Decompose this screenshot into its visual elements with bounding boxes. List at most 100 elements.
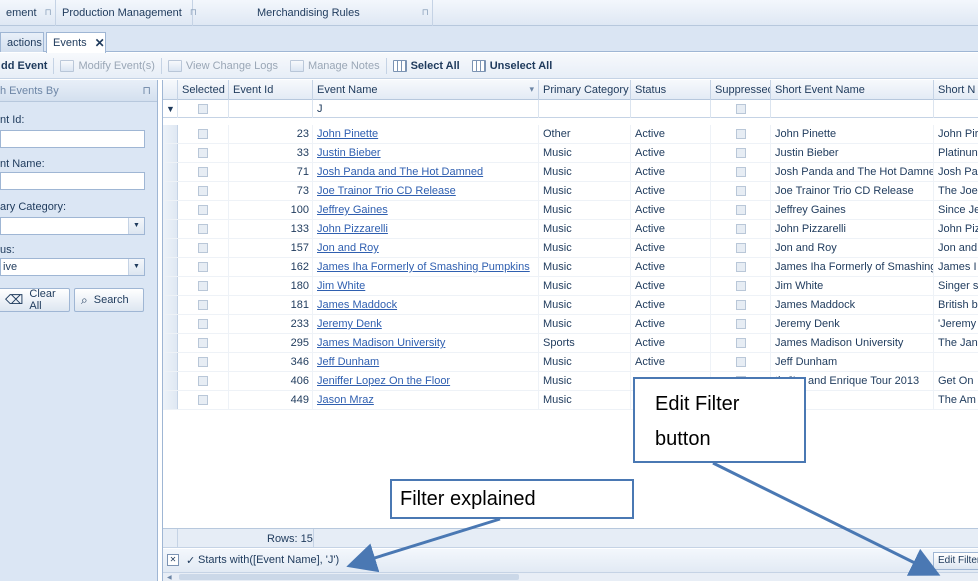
table-row[interactable]: 157 Jon and Roy Music Active Jon and Roy Jon … — [163, 239, 978, 258]
table-row[interactable]: 73 Joe Trainor Trio CD Release Music Active… — [163, 182, 978, 201]
add-event-button[interactable]: dd Event — [0, 55, 53, 77]
suppressed-checkbox[interactable] — [711, 334, 771, 353]
event-name-link[interactable]: Josh Panda and The Hot Damned — [313, 163, 539, 182]
pin-icon[interactable]: ⊓ — [45, 7, 52, 18]
filter-enabled-checkbox[interactable]: ✓ — [186, 554, 195, 567]
select-all-button[interactable]: Select All — [387, 55, 466, 77]
search-button[interactable]: ⌕ Search — [74, 288, 144, 312]
table-row[interactable]: 133 John Pizzarelli Music Active John Pizzar… — [163, 220, 978, 239]
event-name-input[interactable] — [0, 172, 145, 190]
filter-selected-checkbox[interactable] — [178, 100, 229, 118]
row-indicator[interactable] — [163, 391, 178, 409]
event-name-link[interactable]: John Pinette — [313, 125, 539, 144]
row-indicator[interactable] — [163, 163, 178, 181]
table-row[interactable]: 233 Jeremy Denk Music Active Jeremy Denk 'Jer… — [163, 315, 978, 334]
filter-event-id[interactable] — [229, 100, 313, 118]
filter-icon[interactable]: ▾ — [529, 80, 534, 99]
chevron-down-icon[interactable]: ▼ — [128, 259, 144, 275]
suppressed-checkbox[interactable] — [711, 125, 771, 144]
column-header-short-n[interactable]: Short N — [934, 80, 978, 100]
event-name-link[interactable]: Jason Mraz — [313, 391, 539, 410]
view-change-logs-button[interactable]: View Change Logs — [162, 55, 284, 77]
row-selected-checkbox[interactable] — [178, 315, 229, 334]
row-indicator[interactable] — [163, 353, 178, 371]
suppressed-checkbox[interactable] — [711, 258, 771, 277]
event-id-input[interactable] — [0, 130, 145, 148]
tab-events[interactable]: Events ✕ — [46, 32, 106, 53]
row-selected-checkbox[interactable] — [178, 334, 229, 353]
scrollbar-thumb[interactable] — [179, 574, 519, 580]
row-indicator[interactable] — [163, 201, 178, 219]
table-row[interactable]: 33 Justin Bieber Music Active Justin Bieber P… — [163, 144, 978, 163]
pin-icon[interactable]: ⊓ — [142, 84, 151, 97]
row-selected-checkbox[interactable] — [178, 277, 229, 296]
column-header-event-id[interactable]: Event Id — [229, 80, 313, 100]
event-name-link[interactable]: Jon and Roy — [313, 239, 539, 258]
row-selected-checkbox[interactable] — [178, 296, 229, 315]
menu-item-production-management[interactable]: Production Management ⊓ — [56, 0, 197, 26]
suppressed-checkbox[interactable] — [711, 163, 771, 182]
suppressed-checkbox[interactable] — [711, 315, 771, 334]
row-indicator[interactable] — [163, 372, 178, 390]
table-row[interactable]: 181 James Maddock Music Active James Maddock… — [163, 296, 978, 315]
row-selected-checkbox[interactable] — [178, 258, 229, 277]
row-selected-checkbox[interactable] — [178, 353, 229, 372]
horizontal-scrollbar[interactable]: ◀ — [163, 573, 978, 581]
row-indicator[interactable] — [163, 277, 178, 295]
row-indicator[interactable] — [163, 296, 178, 314]
suppressed-checkbox[interactable] — [711, 201, 771, 220]
table-row[interactable]: 100 Jeffrey Gaines Music Active Jeffrey Gain… — [163, 201, 978, 220]
primary-category-select[interactable]: ▼ — [0, 217, 145, 235]
suppressed-checkbox[interactable] — [711, 239, 771, 258]
tab-transactions[interactable]: actions — [0, 32, 44, 52]
filter-short-event-name[interactable] — [771, 100, 934, 118]
event-name-link[interactable]: Jeniffer Lopez On the Floor — [313, 372, 539, 391]
event-name-link[interactable]: Jeff Dunham — [313, 353, 539, 372]
menu-item-merchandising-rules[interactable]: Merchandising Rules ⊓ — [193, 0, 433, 26]
filter-status[interactable] — [631, 100, 711, 118]
row-indicator[interactable] — [163, 220, 178, 238]
clear-all-button[interactable]: ⌫ Clear All — [0, 288, 70, 312]
manage-notes-button[interactable]: Manage Notes — [284, 55, 386, 77]
edit-filter-button[interactable]: Edit Filter — [933, 552, 978, 570]
pin-icon[interactable]: ⊓ — [422, 7, 429, 18]
row-selected-checkbox[interactable] — [178, 372, 229, 391]
suppressed-checkbox[interactable] — [711, 296, 771, 315]
event-name-link[interactable]: Jim White — [313, 277, 539, 296]
event-name-link[interactable]: Justin Bieber — [313, 144, 539, 163]
suppressed-checkbox[interactable] — [711, 182, 771, 201]
suppressed-checkbox[interactable] — [711, 144, 771, 163]
table-row[interactable]: 295 James Madison University Sports Active J… — [163, 334, 978, 353]
event-name-link[interactable]: Jeffrey Gaines — [313, 201, 539, 220]
column-header-short-event-name[interactable]: Short Event Name — [771, 80, 934, 100]
row-selected-checkbox[interactable] — [178, 125, 229, 144]
row-selected-checkbox[interactable] — [178, 391, 229, 410]
event-name-link[interactable]: James Madison University — [313, 334, 539, 353]
row-selected-checkbox[interactable] — [178, 163, 229, 182]
event-name-link[interactable]: Jeremy Denk — [313, 315, 539, 334]
suppressed-checkbox[interactable] — [711, 277, 771, 296]
filter-event-name-input[interactable]: J — [313, 100, 539, 118]
scroll-left-icon[interactable]: ◀ — [167, 574, 172, 581]
row-indicator[interactable] — [163, 315, 178, 333]
row-indicator[interactable] — [163, 144, 178, 162]
row-indicator[interactable] — [163, 182, 178, 200]
row-selected-checkbox[interactable] — [178, 144, 229, 163]
column-header-primary-category[interactable]: Primary Category — [539, 80, 631, 100]
event-name-link[interactable]: John Pizzarelli — [313, 220, 539, 239]
status-select[interactable]: ive ▼ — [0, 258, 145, 276]
table-row[interactable]: 180 Jim White Music Active Jim White Singer s — [163, 277, 978, 296]
row-selected-checkbox[interactable] — [178, 182, 229, 201]
table-row[interactable]: 71 Josh Panda and The Hot Damned Music Acti… — [163, 163, 978, 182]
row-indicator[interactable] — [163, 239, 178, 257]
table-row[interactable]: 23 John Pinette Other Active John Pinette Joh… — [163, 125, 978, 144]
column-header-suppressed[interactable]: Suppressed — [711, 80, 771, 100]
close-icon[interactable]: ✕ — [95, 36, 105, 50]
filter-suppressed-checkbox[interactable] — [711, 100, 771, 118]
event-name-link[interactable]: James Maddock — [313, 296, 539, 315]
filter-primary-category[interactable] — [539, 100, 631, 118]
column-header-status[interactable]: Status — [631, 80, 711, 100]
menu-item-management[interactable]: ement ⊓ — [0, 0, 56, 26]
column-header-event-name[interactable]: Event Name ▾ — [313, 80, 539, 100]
table-row[interactable]: 449Jason MrazMusicazThe Am — [163, 391, 978, 410]
